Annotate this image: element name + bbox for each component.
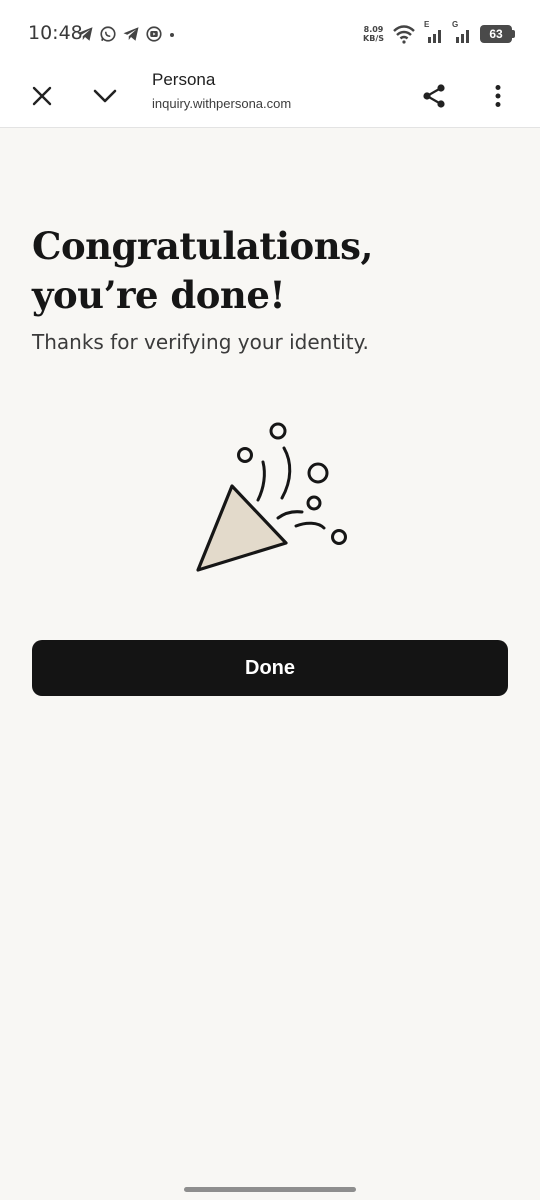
status-bar: 10:48 8.09 KB/S E G 63 xyxy=(0,0,540,64)
confetti-circle xyxy=(306,495,322,511)
confetti-streamer xyxy=(276,510,304,520)
status-time: 10:48 xyxy=(28,22,83,44)
overflow-menu-button[interactable] xyxy=(476,74,520,118)
party-popper-icon xyxy=(196,422,347,572)
close-icon xyxy=(32,86,52,106)
share-button[interactable] xyxy=(412,74,456,118)
home-indicator[interactable] xyxy=(184,1187,356,1192)
confetti-circle xyxy=(237,447,253,463)
page-title: Congratulations, you’re done! xyxy=(32,224,373,317)
site-title: Persona xyxy=(152,70,216,89)
signal-1: E xyxy=(424,20,444,44)
confetti-circle xyxy=(307,462,329,484)
network-speed: 8.09 KB/S xyxy=(363,25,384,43)
close-button[interactable] xyxy=(20,74,64,118)
confetti-circle xyxy=(331,529,347,545)
custom-tab-toolbar: Persona inquiry.withpersona.com xyxy=(0,64,540,128)
signal-2: G xyxy=(452,20,472,44)
confetti-streamer xyxy=(256,460,266,502)
site-url[interactable]: inquiry.withpersona.com xyxy=(152,96,291,111)
done-button[interactable]: Done xyxy=(32,640,508,696)
system-icons: 8.09 KB/S E G 63 xyxy=(363,20,515,46)
wifi-icon xyxy=(393,25,415,44)
confetti-circle xyxy=(269,422,287,440)
net-speed-unit: KB/S xyxy=(363,34,384,43)
page-subtitle: Thanks for verifying your identity. xyxy=(32,330,369,354)
battery-icon: 63 xyxy=(480,25,515,43)
popper-cone xyxy=(196,484,288,572)
net-speed-value: 8.09 xyxy=(363,25,384,34)
signal-icon xyxy=(456,30,469,43)
share-icon xyxy=(423,84,445,108)
youtube-icon xyxy=(146,26,162,42)
confetti-streamer xyxy=(280,446,292,500)
more-vertical-icon xyxy=(495,85,501,107)
telegram-icon xyxy=(77,27,93,41)
signal-icon xyxy=(428,30,441,43)
dot-icon xyxy=(170,33,174,37)
telegram-icon xyxy=(123,27,139,41)
notification-icons xyxy=(76,22,176,46)
whatsapp-icon xyxy=(100,26,116,42)
minimize-button[interactable] xyxy=(83,74,127,118)
confetti-streamer xyxy=(294,521,326,530)
chevron-down-icon xyxy=(93,89,117,103)
